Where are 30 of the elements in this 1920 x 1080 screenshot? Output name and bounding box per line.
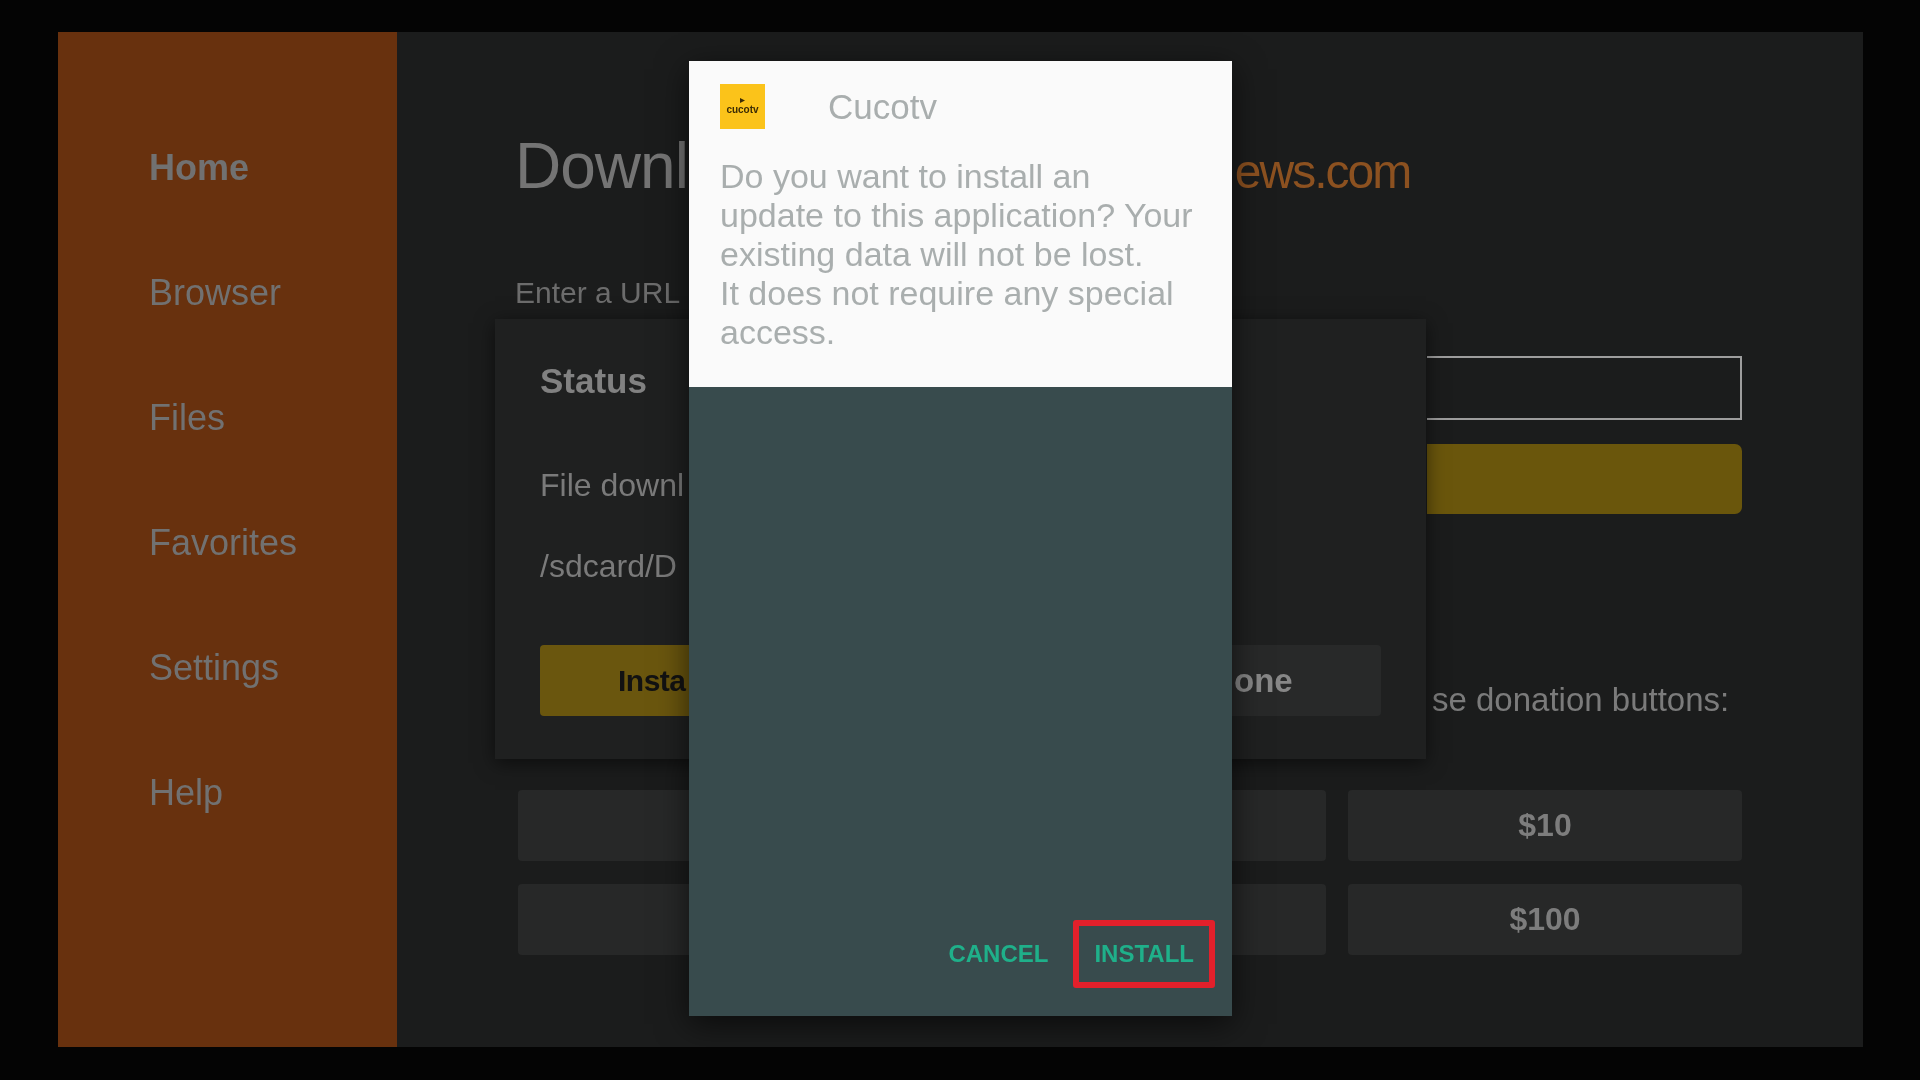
primary-button[interactable]: Insta (540, 645, 689, 716)
secondary-button[interactable]: one (1232, 645, 1381, 716)
status-text: /sdcard/D (540, 550, 677, 582)
dialog-message: Do you want to install an update to this application? Your existing data will not be lost. (720, 157, 1194, 274)
url-label: Enter a URL (515, 278, 681, 308)
status-title: Status (540, 363, 647, 398)
sidebar-item[interactable]: Favorites (149, 525, 298, 561)
action-button[interactable] (1427, 444, 1742, 514)
donation-button[interactable] (518, 884, 689, 955)
logo-text: cucotv (726, 105, 759, 115)
title-domain-text: ews.com (1234, 148, 1411, 196)
sidebar-item[interactable]: Browser (149, 275, 282, 311)
sidebar-item[interactable]: Help (149, 775, 224, 811)
donation-button[interactable]: $10 (1348, 790, 1742, 861)
sidebar-item[interactable]: Settings (149, 650, 280, 686)
dialog-message: It does not require any special access. (720, 274, 1175, 352)
play-icon (740, 98, 745, 103)
donation-button[interactable] (1232, 790, 1326, 861)
dialog-button[interactable]: INSTALL (1073, 920, 1215, 988)
dialog-title: Cucotv (828, 86, 937, 127)
url-field[interactable] (1427, 356, 1742, 420)
donation-button[interactable]: $100 (1348, 884, 1742, 955)
donation-button[interactable] (1232, 884, 1326, 955)
donation-button[interactable] (518, 790, 689, 861)
page-title: Downl (515, 134, 688, 198)
sidebar-item[interactable]: Home (149, 150, 250, 186)
sidebar-item[interactable]: Files (149, 400, 225, 436)
donation-text: se donation buttons: (1432, 683, 1730, 717)
status-text: File downl (540, 469, 685, 501)
dialog-button[interactable]: CANCEL (927, 920, 1070, 988)
